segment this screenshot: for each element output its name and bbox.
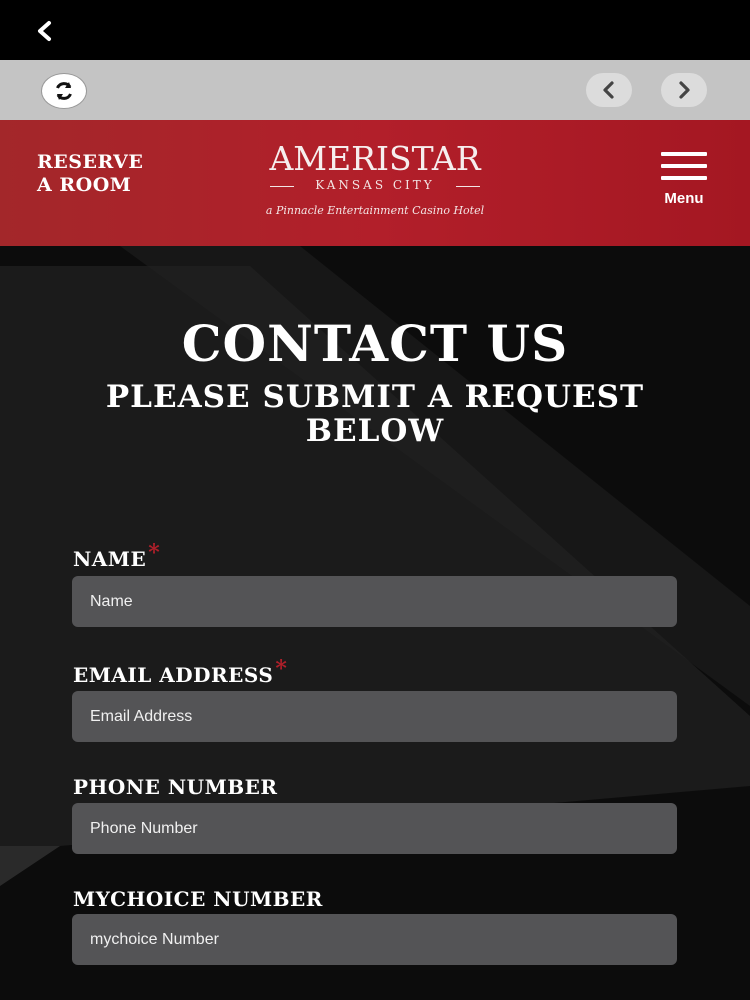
logo-location: KANSAS CITY xyxy=(240,178,510,192)
app-top-bar xyxy=(0,0,750,60)
browser-toolbar xyxy=(0,60,750,120)
chevron-left-icon xyxy=(38,21,51,41)
email-field[interactable] xyxy=(72,691,677,742)
browser-back-button[interactable] xyxy=(586,73,632,107)
chevron-left-icon xyxy=(603,81,614,99)
chevron-right-icon xyxy=(679,81,690,99)
mychoice-label-text: MYCHOICE NUMBER xyxy=(73,887,323,911)
page-title: CONTACT US xyxy=(181,314,569,373)
email-label: EMAIL ADDRESS* xyxy=(73,656,287,688)
browser-forward-button[interactable] xyxy=(661,73,707,107)
refresh-button[interactable] xyxy=(41,73,87,109)
refresh-icon xyxy=(56,82,72,100)
phone-label: PHONE NUMBER xyxy=(73,775,277,799)
phone-label-text: PHONE NUMBER xyxy=(73,775,278,799)
ameristar-logo[interactable]: AMERISTAR KANSAS CITY a Pinnacle Enterta… xyxy=(240,142,510,232)
required-marker: * xyxy=(148,540,161,566)
mychoice-label: MYCHOICE NUMBER xyxy=(73,887,323,911)
required-marker: * xyxy=(275,656,288,682)
mychoice-field[interactable] xyxy=(72,914,677,965)
menu-label: Menu xyxy=(664,190,704,207)
page-subtitle: PLEASE SUBMIT A REQUEST BELOW xyxy=(105,379,645,449)
reserve-label-line2: A ROOM xyxy=(37,174,132,196)
contact-page: CONTACT US PLEASE SUBMIT A REQUEST BELOW… xyxy=(0,246,750,1000)
back-button[interactable] xyxy=(28,14,62,48)
menu-button[interactable]: Menu xyxy=(654,152,714,212)
reserve-label-line1: RESERVE xyxy=(37,151,144,173)
reserve-a-room-link[interactable]: RESERVE A ROOM xyxy=(37,151,143,197)
logo-tagline: a Pinnacle Entertainment Casino Hotel xyxy=(265,204,485,217)
name-label-text: NAME xyxy=(73,547,147,571)
phone-field[interactable] xyxy=(72,803,677,854)
name-label: NAME* xyxy=(73,540,160,572)
logo-wordmark: AMERISTAR xyxy=(269,139,481,178)
site-header: RESERVE A ROOM AMERISTAR KANSAS CITY a P… xyxy=(0,120,750,246)
email-label-text: EMAIL ADDRESS xyxy=(73,663,274,687)
hamburger-menu-icon xyxy=(661,152,707,180)
name-field[interactable] xyxy=(72,576,677,627)
